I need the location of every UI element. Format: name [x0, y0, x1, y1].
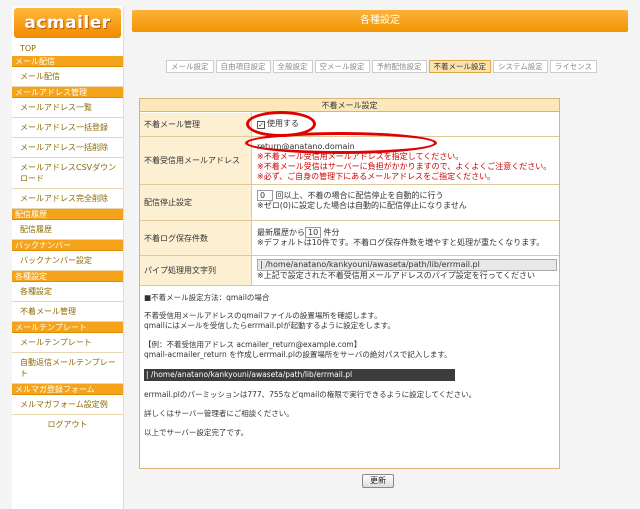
instructions-p5: 以上でサーバー設定完了です。 — [144, 428, 249, 437]
manage-label: 不着メール管理 — [140, 113, 252, 136]
sidebar: acmailer TOP メール配信 メール配信 メールアドレス管理 メールアドレス一… — [12, 6, 124, 509]
log-note: ※デフォルトは10件です。不着ログ保存件数を増やすと処理が重たくなります。 — [257, 238, 545, 247]
row-pipe-string: パイプ処理用文字列 | /home/anatano/kankyouni/awas… — [140, 256, 559, 286]
log-suffix: 件分 — [323, 228, 340, 237]
sidebar-section-title: バックナンバー — [12, 240, 123, 251]
log-label: 不着ログ保存件数 — [140, 221, 252, 255]
instructions-p2b: qmail-acmailer_return を作成しerrmail.plの設置場… — [144, 350, 452, 359]
sidebar-item[interactable]: メールアドレスCSVダウンロード — [12, 158, 123, 189]
sidebar-item-top[interactable]: TOP — [12, 42, 123, 56]
row-log-count: 不着ログ保存件数 最新履歴から 10 件分 ※デフォルトは10件です。不着ログ保存… — [140, 221, 559, 256]
address-label: 不着受信用メールアドレス — [140, 137, 252, 184]
sidebar-section-title: メールアドレス管理 — [12, 87, 123, 98]
sidebar-item[interactable]: メールアドレス完全削除 — [12, 189, 123, 209]
page-title: 各種設定 — [132, 10, 628, 32]
address-note-1: ※不着メール受信用メールアドレスを指定してください。 — [257, 152, 464, 161]
log-value: 最新履歴から 10 件分 ※デフォルトは10件です。不着ログ保存件数を増やすと処理… — [257, 227, 544, 248]
sidebar-item[interactable]: 不着メール管理 — [12, 302, 123, 322]
stop-count-input[interactable]: 0 — [257, 190, 273, 201]
stop-value: 0 回以上、不着の場合に配信停止を自動的に行う ※ゼロ(0)に設定した場合は自動… — [257, 190, 467, 211]
sidebar-section-title: メール配信 — [12, 56, 123, 67]
pipe-note: ※上記で設定された不着受信用メールアドレスのパイプ設定を行ってください — [257, 271, 536, 280]
tab-item[interactable]: 全般設定 — [272, 60, 313, 73]
tab-item[interactable]: システム設定 — [493, 60, 548, 73]
instructions-p4: 詳しくはサーバー管理者にご相談ください。 — [144, 409, 294, 418]
instructions-p3: errmail.plのパーミッションは777、755などqmailの権限で実行で… — [144, 390, 477, 399]
instructions-heading: ■不着メール設定方法：qmailの場合 — [144, 293, 270, 302]
sidebar-section-title: メルマガ登録フォーム — [12, 384, 123, 395]
pipe-code: | /home/anatano/kankyouni/awaseta/path/l… — [144, 369, 455, 381]
sidebar-item[interactable]: 配信履歴 — [12, 220, 123, 240]
stop-text-2: ※ゼロ(0)に設定した場合は自動的に配信停止になりません — [257, 201, 467, 210]
sidebar-item[interactable]: 自動返信メールテンプレート — [12, 353, 123, 384]
address-note-2: ※不着メール受信はサーバーに負担がかかりますので、よくよくご注意ください。 — [257, 162, 552, 171]
tab-item[interactable]: メール設定 — [166, 60, 214, 73]
highlight-ring-address — [245, 132, 437, 154]
logout-link[interactable]: ログアウト — [12, 415, 123, 434]
tab-item[interactable]: 空メール設定 — [314, 60, 370, 73]
sidebar-item[interactable]: メールアドレス一覧 — [12, 98, 123, 118]
qmail-instructions: ■不着メール設定方法：qmailの場合 不着受信用メールアドレスのqmailファ… — [144, 293, 554, 438]
panel-title: 不着メール設定 — [140, 99, 559, 112]
stop-label: 配信停止設定 — [140, 185, 252, 220]
instructions-p1a: 不着受信用メールアドレスのqmailファイルの設置場所を確認します。 — [144, 311, 382, 320]
sidebar-item[interactable]: メール配信 — [12, 67, 123, 87]
sidebar-section-title: 配信履歴 — [12, 209, 123, 220]
tab-item[interactable]: 不着メール設定 — [428, 60, 491, 73]
address-note-3: ※必ず、ご自身の管理下にあるメールアドレスをご指定ください。 — [257, 172, 496, 181]
row-stop-setting: 配信停止設定 0 回以上、不着の場合に配信停止を自動的に行う ※ゼロ(0)に設定… — [140, 185, 559, 221]
instructions-p2a: 【例：不着受信用アドレス acmailer_return@example.com… — [144, 340, 362, 349]
sidebar-item[interactable]: メルマガフォーム設定例 — [12, 395, 123, 415]
sidebar-section-title: 各種設定 — [12, 271, 123, 282]
tab-item[interactable]: 予約配信設定 — [371, 60, 427, 73]
settings-tabs: メール設定 自由項目設定 全般設定 空メール設定 予約配信設定 不着メール設定 システム設定… — [166, 60, 599, 73]
pipe-input[interactable]: | /home/anatano/kankyouni/awaseta/path/l… — [257, 259, 557, 271]
stop-text-1: 回以上、不着の場合に配信停止を自動的に行う — [275, 191, 444, 200]
log-prefix: 最新履歴から — [257, 228, 305, 237]
sidebar-item[interactable]: メールテンプレート — [12, 333, 123, 353]
update-button[interactable]: 更新 — [362, 474, 394, 488]
app-logo[interactable]: acmailer — [14, 8, 121, 38]
sidebar-section-title: メールテンプレート — [12, 322, 123, 333]
sidebar-sections: メール配信 メール配信 メールアドレス管理 メールアドレス一覧 メールアドレス一括登録メ… — [12, 56, 123, 415]
sidebar-item[interactable]: バックナンバー設定 — [12, 251, 123, 271]
tab-item[interactable]: ライセンス — [549, 60, 598, 73]
sidebar-item[interactable]: メールアドレス一括削除 — [12, 138, 123, 158]
instructions-p1b: qmailにはメールを受信したらerrmail.plが起動するように設定をします… — [144, 321, 395, 330]
pipe-label: パイプ処理用文字列 — [140, 256, 252, 285]
sidebar-item[interactable]: メールアドレス一括登録 — [12, 118, 123, 138]
pipe-value: | /home/anatano/kankyouni/awaseta/path/l… — [257, 259, 557, 281]
sidebar-item[interactable]: 各種設定 — [12, 282, 123, 302]
log-count-input[interactable]: 10 — [305, 227, 321, 238]
tab-item[interactable]: 自由項目設定 — [215, 60, 271, 73]
